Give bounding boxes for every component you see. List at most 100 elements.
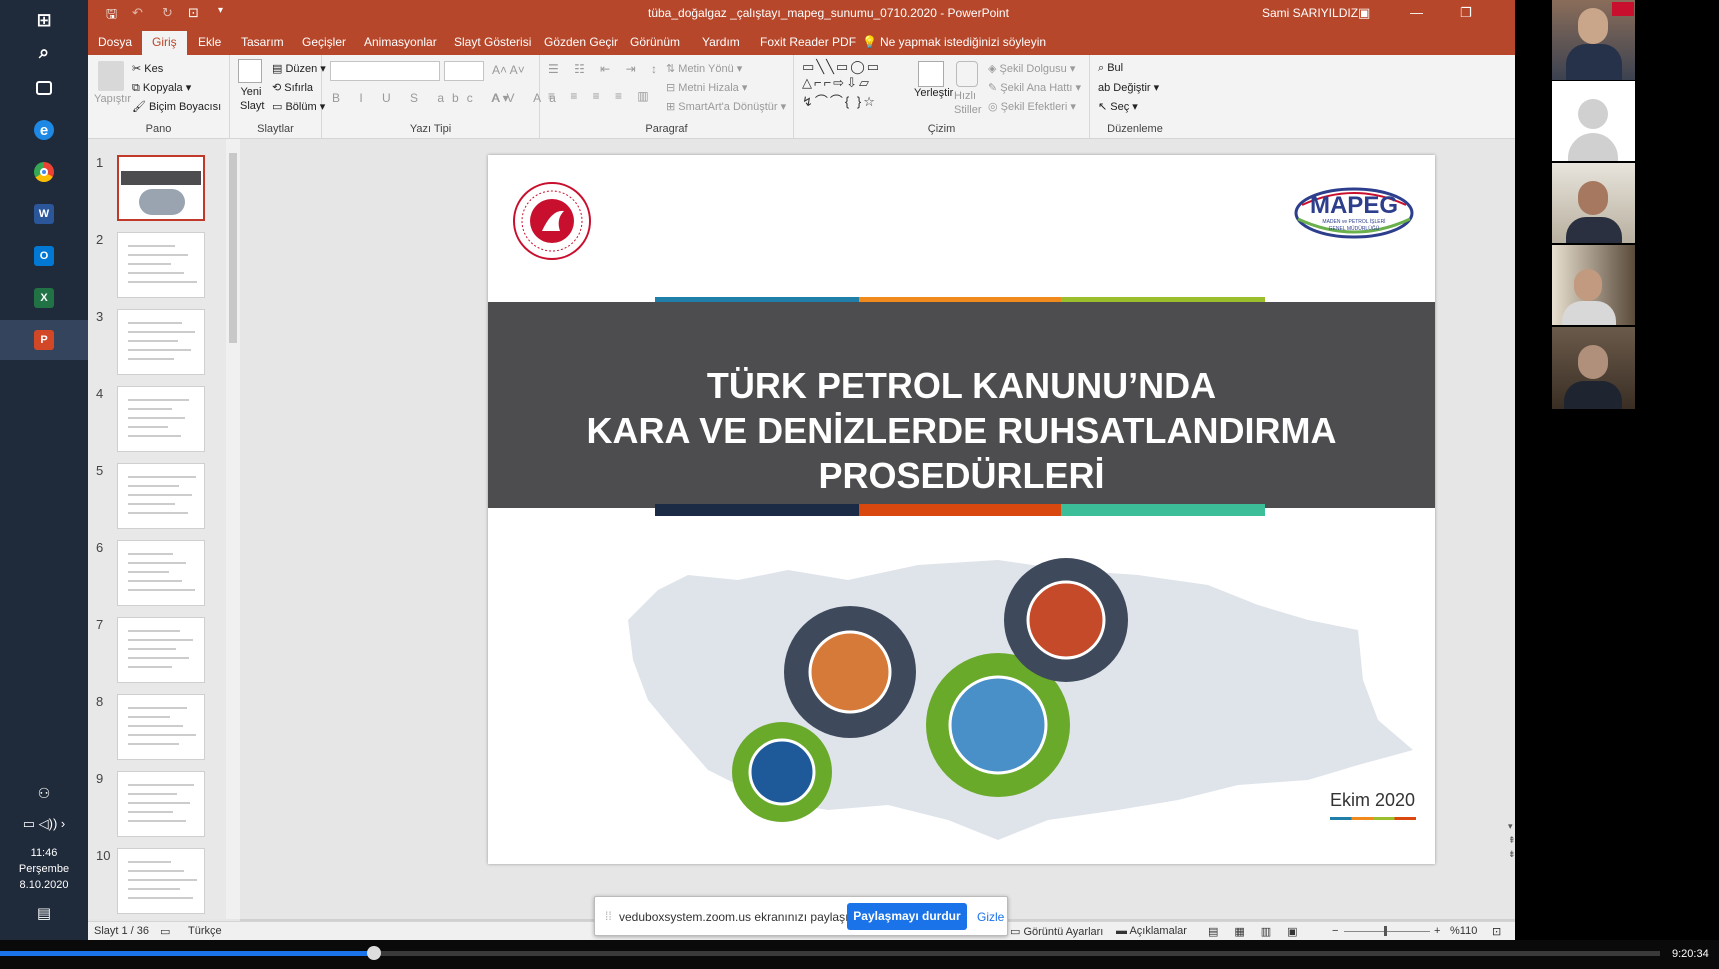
maximize-icon[interactable]: ❐ bbox=[1460, 5, 1472, 21]
slide-thumbnail[interactable] bbox=[117, 848, 205, 914]
tab-gecisler[interactable]: Geçişler bbox=[302, 35, 346, 49]
scrollbar-thumb[interactable] bbox=[229, 153, 237, 343]
slide-thumbnail[interactable] bbox=[117, 386, 205, 452]
arrange-button[interactable]: Yerleştir bbox=[914, 87, 953, 99]
undo-icon[interactable]: ↶ bbox=[132, 5, 143, 21]
smartart-button[interactable]: ⊞ SmartArt'a Dönüştür ▾ bbox=[666, 100, 786, 113]
stop-sharing-button[interactable]: Paylaşmayı durdur bbox=[847, 903, 967, 930]
clock-time[interactable]: 11:46 bbox=[0, 846, 88, 861]
participant-video-5[interactable] bbox=[1552, 327, 1635, 409]
cut-button[interactable]: ✂ Kes bbox=[132, 62, 163, 75]
minimize-icon[interactable]: — bbox=[1410, 5, 1423, 20]
ribbon-display-icon[interactable]: ▣ bbox=[1358, 5, 1370, 21]
network-volume-icon[interactable]: ▭ ◁)) › bbox=[0, 816, 88, 831]
layout-button[interactable]: ▤ Düzen ▾ bbox=[272, 62, 326, 75]
new-slide-button[interactable]: Yeni Slayt bbox=[240, 85, 264, 113]
tab-tasarim[interactable]: Tasarım bbox=[241, 35, 284, 49]
outlook-button[interactable]: O bbox=[0, 236, 88, 276]
save-icon[interactable]: 🖫 bbox=[106, 5, 117, 27]
chrome-button[interactable] bbox=[0, 152, 88, 192]
participant-video-3[interactable] bbox=[1552, 163, 1635, 243]
search-button[interactable]: ⌕ bbox=[0, 32, 88, 72]
font-color-icon[interactable]: A ▾ bbox=[492, 91, 509, 105]
playback-progress[interactable] bbox=[0, 946, 1660, 960]
section-button[interactable]: ▭ Bölüm ▾ bbox=[272, 100, 325, 113]
display-settings-button[interactable]: ▭ Görüntü Ayarları bbox=[1010, 925, 1103, 938]
tab-dosya[interactable]: Dosya bbox=[98, 35, 132, 49]
align-text-button[interactable]: ⊟ Metni Hizala ▾ bbox=[666, 81, 747, 94]
tab-foxit[interactable]: Foxit Reader PDF bbox=[760, 35, 856, 49]
tab-giris[interactable]: Giriş bbox=[142, 31, 187, 55]
shape-fill-button[interactable]: ◈ Şekil Dolgusu ▾ bbox=[988, 62, 1075, 75]
group-label-duzenleme: Düzenleme bbox=[1107, 123, 1163, 135]
participant-video-4[interactable] bbox=[1552, 245, 1635, 325]
slide-thumbnail[interactable] bbox=[117, 540, 205, 606]
user-name[interactable]: Sami SARIYILDIZ bbox=[1262, 6, 1358, 20]
font-size-input[interactable] bbox=[444, 61, 484, 81]
fit-slide-icon[interactable]: ⊡ bbox=[1492, 925, 1501, 938]
start-slideshow-icon[interactable]: ⊡ bbox=[188, 5, 199, 21]
quick-styles-button[interactable]: Hızlı Stiller bbox=[954, 89, 984, 117]
edge-button[interactable]: e bbox=[0, 110, 88, 150]
tell-me-search[interactable]: Ne yapmak istediğinizi söyleyin bbox=[880, 35, 1046, 49]
slide-title-line-1: TÜRK PETROL KANUNU’NDA bbox=[706, 365, 1217, 406]
slide-thumbnail[interactable] bbox=[117, 232, 205, 298]
paste-button[interactable]: Yapıştır bbox=[94, 93, 131, 105]
shape-outline-button[interactable]: ✎ Şekil Ana Hattı ▾ bbox=[988, 81, 1081, 94]
select-button[interactable]: ↖ Seç ▾ bbox=[1098, 100, 1138, 113]
zoom-level[interactable]: %110 bbox=[1450, 925, 1477, 937]
customize-toolbar-icon[interactable]: ▾ bbox=[218, 5, 223, 16]
participant-video-2[interactable] bbox=[1552, 81, 1635, 161]
slide-thumbnail[interactable] bbox=[117, 155, 205, 221]
redo-icon[interactable]: ↻ bbox=[162, 5, 173, 21]
tab-slayt-gosterisi[interactable]: Slayt Gösterisi bbox=[454, 35, 531, 49]
shape-effects-button[interactable]: ◎ Şekil Efektleri ▾ bbox=[988, 100, 1076, 113]
tab-gozden-gecir[interactable]: Gözden Geçir bbox=[544, 35, 618, 49]
tab-animasyonlar[interactable]: Animasyonlar bbox=[364, 35, 437, 49]
scroll-arrows[interactable]: ▾ ⇞ ⇟ bbox=[1508, 819, 1515, 861]
zoom-slider[interactable] bbox=[1344, 931, 1430, 932]
replace-button[interactable]: ab Değiştir ▾ bbox=[1098, 81, 1159, 94]
slide-thumbnail[interactable] bbox=[117, 771, 205, 837]
align-buttons[interactable]: ≡ ≡ ≡ ≡ ▥ bbox=[548, 89, 655, 103]
slide-title[interactable]: TÜRK PETROL KANUNU’NDA KARA VE DENİZLERD… bbox=[488, 363, 1435, 498]
drag-handle-icon[interactable]: ⁞⁞ bbox=[605, 909, 612, 923]
reset-button[interactable]: ⟲ Sıfırla bbox=[272, 81, 313, 94]
list-buttons[interactable]: ☰ ☷ ⇤ ⇥ ↕ bbox=[548, 62, 663, 76]
slide-thumbnail[interactable] bbox=[117, 617, 205, 683]
comments-button[interactable]: ▬ Açıklamalar bbox=[1116, 925, 1187, 937]
find-button[interactable]: ⌕ Bul bbox=[1098, 62, 1123, 75]
tab-yardim[interactable]: Yardım bbox=[702, 35, 740, 49]
language-status[interactable]: Türkçe bbox=[188, 925, 222, 937]
word-button[interactable]: W bbox=[0, 194, 88, 234]
zoom-slider-thumb[interactable] bbox=[1384, 926, 1387, 936]
slide-thumbnail[interactable] bbox=[117, 694, 205, 760]
slide-date[interactable]: Ekim 2020 bbox=[1330, 790, 1415, 811]
slide-canvas[interactable]: MAPEG MADEN ve PETROL İŞLERİ GENEL MÜDÜR… bbox=[488, 155, 1435, 864]
playback-scrubber[interactable] bbox=[366, 946, 381, 960]
view-buttons[interactable]: ▤▦▥▣ bbox=[1208, 925, 1314, 938]
people-icon[interactable]: ⚇ bbox=[0, 786, 88, 801]
task-view-button[interactable] bbox=[0, 68, 88, 108]
slide-thumbnail[interactable] bbox=[117, 309, 205, 375]
format-painter-button[interactable]: 🖌 Biçim Boyacısı bbox=[132, 100, 221, 113]
font-name-input[interactable] bbox=[330, 61, 440, 81]
notification-icon[interactable]: ▤ bbox=[0, 906, 88, 921]
font-size-grow-icon[interactable]: A˄ A˅ bbox=[492, 63, 525, 77]
zoom-in-button[interactable]: + bbox=[1434, 925, 1440, 937]
powerpoint-button[interactable]: P bbox=[0, 320, 88, 360]
shapes-gallery[interactable]: ▭╲╲▭◯▭ △⌐⌐⇨⇩▱ ↯⌒⌒{ }☆ bbox=[802, 59, 881, 110]
participant-video-1[interactable] bbox=[1552, 0, 1635, 80]
group-label-paragraf: Paragraf bbox=[645, 123, 688, 135]
hide-button[interactable]: Gizle bbox=[977, 910, 1004, 924]
font-format-buttons[interactable]: B I U S abc AV Aa bbox=[332, 91, 564, 105]
slide-thumbnail[interactable] bbox=[117, 463, 205, 529]
thumbnails-scrollbar[interactable] bbox=[226, 139, 240, 919]
excel-button[interactable]: X bbox=[0, 278, 88, 318]
zoom-out-button[interactable]: − bbox=[1332, 925, 1338, 937]
tab-ekle[interactable]: Ekle bbox=[198, 35, 221, 49]
copy-button[interactable]: ⧉ Kopyala ▾ bbox=[132, 81, 191, 95]
tab-gorunum[interactable]: Görünüm bbox=[630, 35, 680, 49]
accessibility-icon[interactable]: ▭ bbox=[160, 925, 170, 938]
text-direction-button[interactable]: ⇅ Metin Yönü ▾ bbox=[666, 62, 742, 75]
